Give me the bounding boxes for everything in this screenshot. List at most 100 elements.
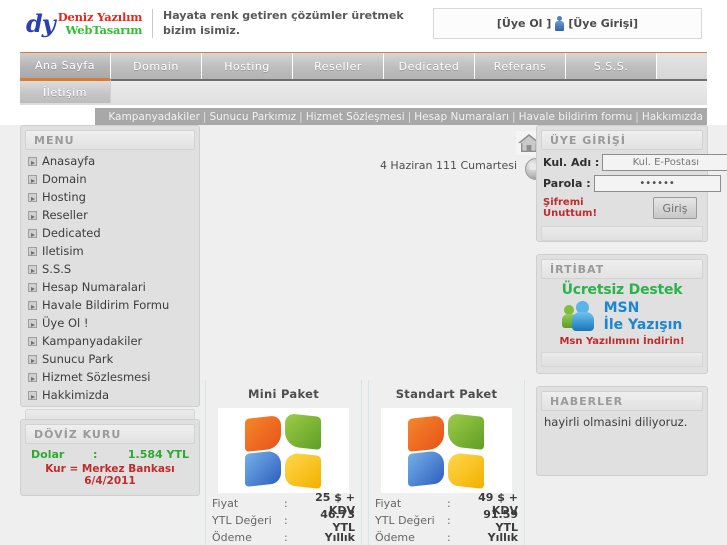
nav-tab-s-s-s[interactable]: S.S.S. (566, 53, 657, 80)
forgot-line-1: Şifremi (543, 197, 584, 208)
package-detail-value: 46.73 YTL (320, 507, 355, 534)
package-card[interactable]: Mini Paket Fiyat:25 $ + KDV YTL Değeri:46.… (205, 380, 362, 545)
sidebar-item-reseller[interactable]: Reseller (25, 206, 195, 224)
package-detail-label: Ödeme (375, 531, 415, 544)
sidebar-item-label: Anasayfa (42, 154, 96, 168)
package-detail-label: YTL Değeri (212, 514, 272, 527)
site-logo[interactable]: dy Deniz Yazılım WebTasarım (24, 8, 149, 39)
login-panel-footer (541, 226, 703, 241)
forgot-line-2: Unuttum! (543, 208, 598, 219)
login-link[interactable]: [Üye Girişi] (568, 17, 638, 30)
nav-row-secondary: İletişim (20, 79, 707, 105)
breadcrumb-link[interactable]: Sunucu Parkımız (209, 111, 296, 123)
site-slogan: Hayata renk getiren çözümler üretmek biz… (163, 9, 404, 37)
login-submit-button[interactable]: Giriş (653, 197, 697, 219)
breadcrumb-link[interactable]: Kampanyadakiler (108, 111, 200, 123)
doviz-currency-value: 1.584 YTL (127, 448, 189, 461)
sidebar-item-iletisim[interactable]: Iletisim (25, 242, 195, 260)
sidebar-item-label: Domain (42, 172, 87, 186)
package-detail-value: Yıllık (324, 531, 355, 544)
logo-mark: dy (26, 8, 56, 38)
nav-tab-ana-sayfa[interactable]: Ana Sayfa (20, 53, 111, 80)
nav-tab-dedicated[interactable]: Dedicated (384, 53, 475, 80)
package-detail-row: Ödeme: Yıllık (212, 529, 355, 545)
arrow-bullet-icon (28, 300, 37, 310)
sidebar-item-hakkimizda[interactable]: Hakkimizda (25, 386, 195, 404)
signup-link[interactable]: [Üye Ol ] (497, 17, 551, 30)
haberler-panel: HABERLER hayirli olmasini diliyoruz. (536, 386, 708, 476)
breadcrumb-link[interactable]: Hakkımızda (642, 111, 703, 123)
sidebar-item-label: Kampanyadakiler (42, 334, 143, 348)
package-card[interactable]: Standart Paket Fiyat:49 $ + KDV YTL Değeri… (368, 380, 525, 545)
sidebar-item-domain[interactable]: Domain (25, 170, 195, 188)
sidebar-item-s-s-s[interactable]: S.S.S (25, 260, 195, 278)
breadcrumb-link[interactable]: Hizmet Sözleşmesi (306, 111, 405, 123)
package-detail-value: 91.59 YTL (483, 507, 518, 534)
arrow-bullet-icon (28, 156, 37, 166)
nav-tab-referans[interactable]: Referans (475, 53, 566, 80)
sidebar-item-anasayfa[interactable]: Anasayfa (25, 152, 195, 170)
breadcrumb-separator: | (407, 110, 412, 123)
arrow-bullet-icon (28, 264, 37, 274)
package-detail-colon: : (284, 497, 288, 510)
logo-wordmark: Deniz Yazılım WebTasarım (58, 11, 143, 35)
package-detail-colon: : (447, 514, 451, 527)
sidebar-item-label: Üye Ol ! (42, 316, 89, 330)
package-title: Standart Paket (395, 387, 498, 401)
sidebar-item-label: Reseller (42, 208, 88, 222)
arrow-bullet-icon (28, 354, 37, 364)
login-form: Kul. Adı : Parola : Şifremi Unuttum! Gir… (541, 150, 727, 223)
sidebar-item-hizmet-s-zlesmesi[interactable]: Hizmet Sözlesmesi (25, 368, 195, 386)
breadcrumb: Kampanyadakiler | Sunucu Parkımız | Hizmet S… (95, 108, 707, 125)
msn-sublabel: İle Yazışın (603, 317, 683, 333)
sidebar-item-sunucu-park[interactable]: Sunucu Park (25, 350, 195, 368)
doviz-body: Dolar : 1.584 YTL Kur = Merkez Bankası 6… (25, 444, 195, 491)
page-root: dy Deniz Yazılım WebTasarım Hayata renk … (0, 0, 727, 545)
irtibat-panel-footer (541, 352, 703, 367)
doviz-colon: : (93, 448, 98, 461)
sidebar-item-kampanyadakiler[interactable]: Kampanyadakiler (25, 332, 195, 350)
arrow-bullet-icon (28, 318, 37, 328)
nav-tab-hosting[interactable]: Hosting (202, 53, 293, 80)
package-logo (381, 408, 512, 493)
nav-row-primary: Ana Sayfa Domain Hosting Reseller Dedicated R… (20, 52, 707, 80)
sidebar-item-ye-ol[interactable]: Üye Ol ! (25, 314, 195, 332)
arrow-bullet-icon (28, 372, 37, 382)
package-detail-value: Yıllık (487, 531, 518, 544)
logo-line-2: WebTasarım (65, 22, 143, 37)
nav-filler-2 (111, 81, 707, 105)
main-navigation: Ana Sayfa Domain Hosting Reseller Dedicated R… (20, 52, 707, 108)
sidebar-item-havale-bildirim-formu[interactable]: Havale Bildirim Formu (25, 296, 195, 314)
package-details: Fiyat:49 $ + KDV YTL Değeri:91.59 YTL Ödem… (369, 491, 524, 545)
package-detail-colon: : (447, 497, 451, 510)
sidebar-item-hosting[interactable]: Hosting (25, 188, 195, 206)
package-details: Fiyat:25 $ + KDV YTL Değeri:46.73 YTL Ödem… (206, 491, 361, 545)
password-row: Parola : (541, 173, 721, 194)
username-input[interactable] (602, 154, 727, 171)
arrow-bullet-icon (28, 336, 37, 346)
package-detail-row: YTL Değeri: 91.59 YTL (375, 508, 518, 534)
package-detail-label: Fiyat (212, 497, 239, 510)
sidebar-item-hesap-numaralari[interactable]: Hesap Numaralari (25, 278, 195, 296)
username-label: Kul. Adı : (543, 156, 600, 169)
current-date: 4 Haziran 111 Cumartesi (379, 159, 517, 172)
login-panel: ÜYE GİRİŞİ Kul. Adı : Parola : Şifremi U… (536, 125, 727, 242)
msn-download-link[interactable]: Msn Yazılımını İndirin! (541, 336, 703, 347)
forgot-password-link[interactable]: Şifremi Unuttum! (543, 197, 605, 219)
breadcrumb-link[interactable]: Havale bildirim formu (519, 111, 633, 123)
sidebar-item-label: Hakkimizda (42, 388, 109, 402)
msn-contacts-icon (561, 299, 600, 333)
sidebar-item-dedicated[interactable]: Dedicated (25, 224, 195, 242)
nav-tab-i-leti-im[interactable]: İletişim (20, 79, 111, 103)
nav-tab-reseller[interactable]: Reseller (293, 53, 384, 80)
irtibat-body[interactable]: Ücretsiz Destek MSN İle Yazışın Msn Yazı… (541, 279, 703, 349)
haberler-body: hayirli olmasini diliyoruz. (541, 411, 703, 461)
sidebar-item-label: Havale Bildirim Formu (42, 298, 170, 312)
breadcrumb-link[interactable]: Hesap Numaraları (414, 111, 509, 123)
password-input[interactable] (593, 175, 721, 192)
right-sidebar: ÜYE GİRİŞİ Kul. Adı : Parola : Şifremi U… (536, 125, 727, 488)
nav-tab-domain[interactable]: Domain (111, 53, 202, 80)
doviz-panel: DÖVİZ KURU Dolar : 1.584 YTL Kur = Merke… (20, 419, 200, 496)
package-detail-label: Fiyat (375, 497, 402, 510)
irtibat-middle: MSN İle Yazışın (541, 299, 703, 333)
